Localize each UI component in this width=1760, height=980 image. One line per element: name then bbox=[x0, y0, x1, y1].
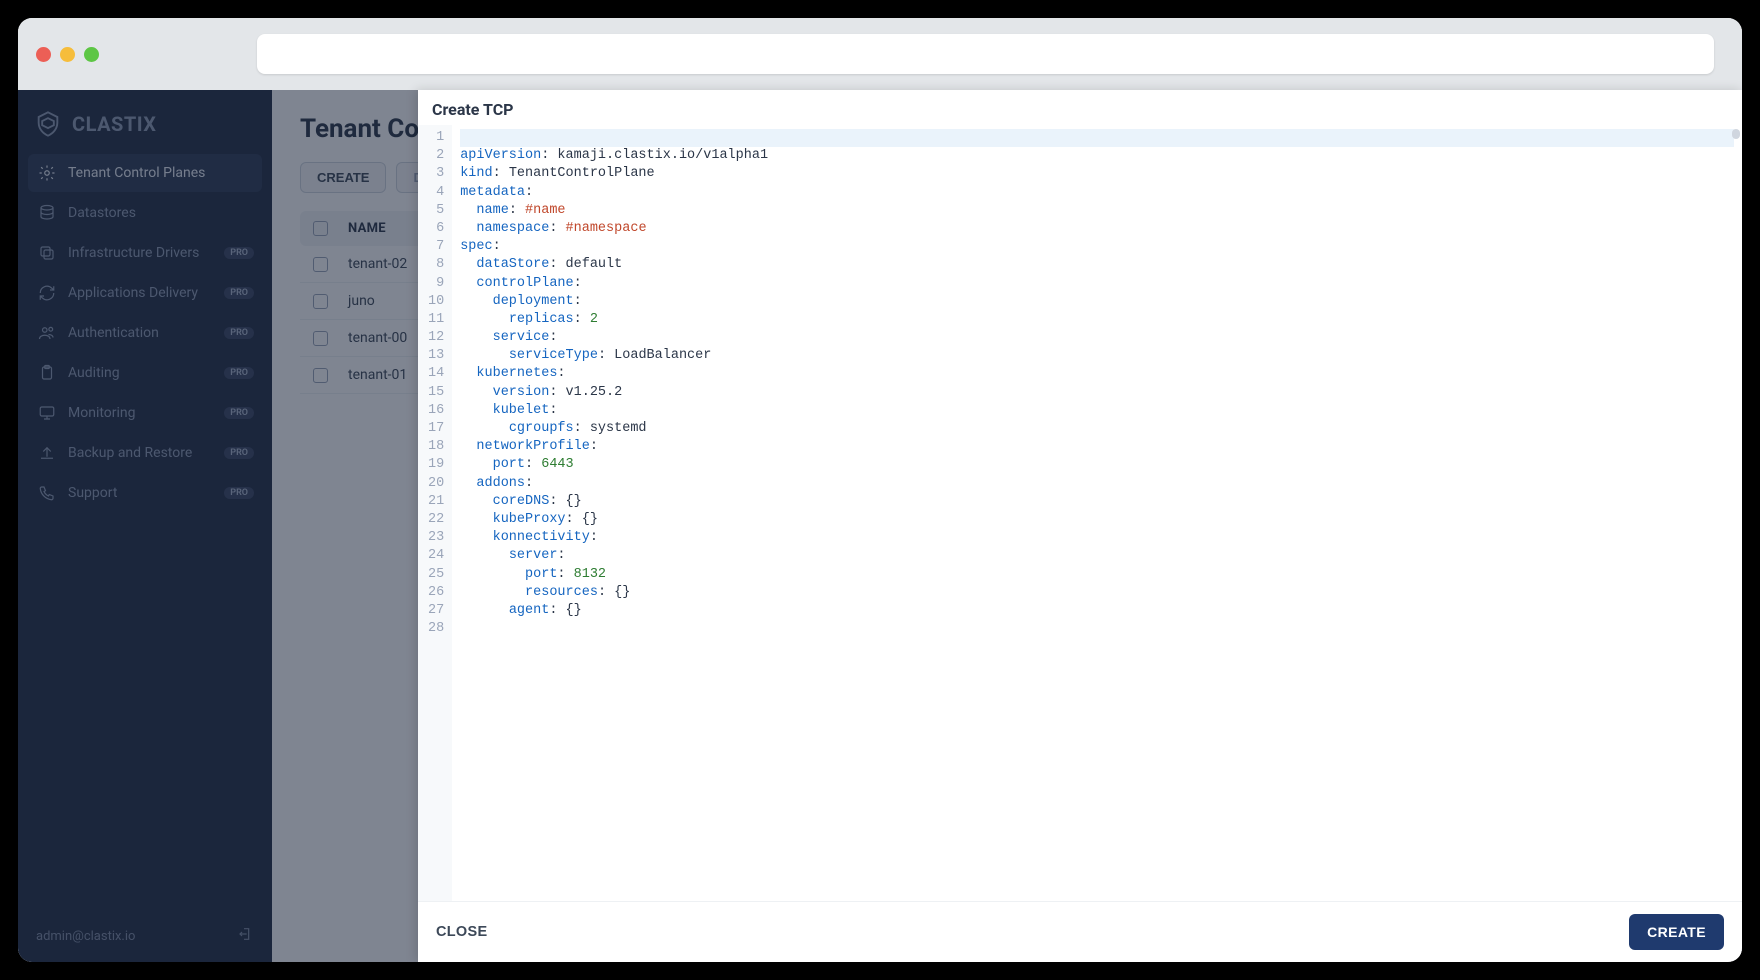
browser-chrome bbox=[18, 18, 1742, 90]
maximize-window-icon[interactable] bbox=[84, 47, 99, 62]
drawer-close-button[interactable]: CLOSE bbox=[436, 924, 487, 940]
scrollbar-thumb[interactable] bbox=[1732, 129, 1740, 139]
address-bar[interactable] bbox=[257, 34, 1714, 74]
window-controls bbox=[36, 47, 99, 62]
drawer-create-button[interactable]: CREATE bbox=[1629, 914, 1724, 950]
close-window-icon[interactable] bbox=[36, 47, 51, 62]
create-tcp-drawer: Create TCP 12345678910111213141516171819… bbox=[418, 90, 1742, 962]
drawer-title: Create TCP bbox=[418, 90, 1742, 125]
yaml-editor[interactable]: 1234567891011121314151617181920212223242… bbox=[418, 125, 1742, 901]
minimize-window-icon[interactable] bbox=[60, 47, 75, 62]
